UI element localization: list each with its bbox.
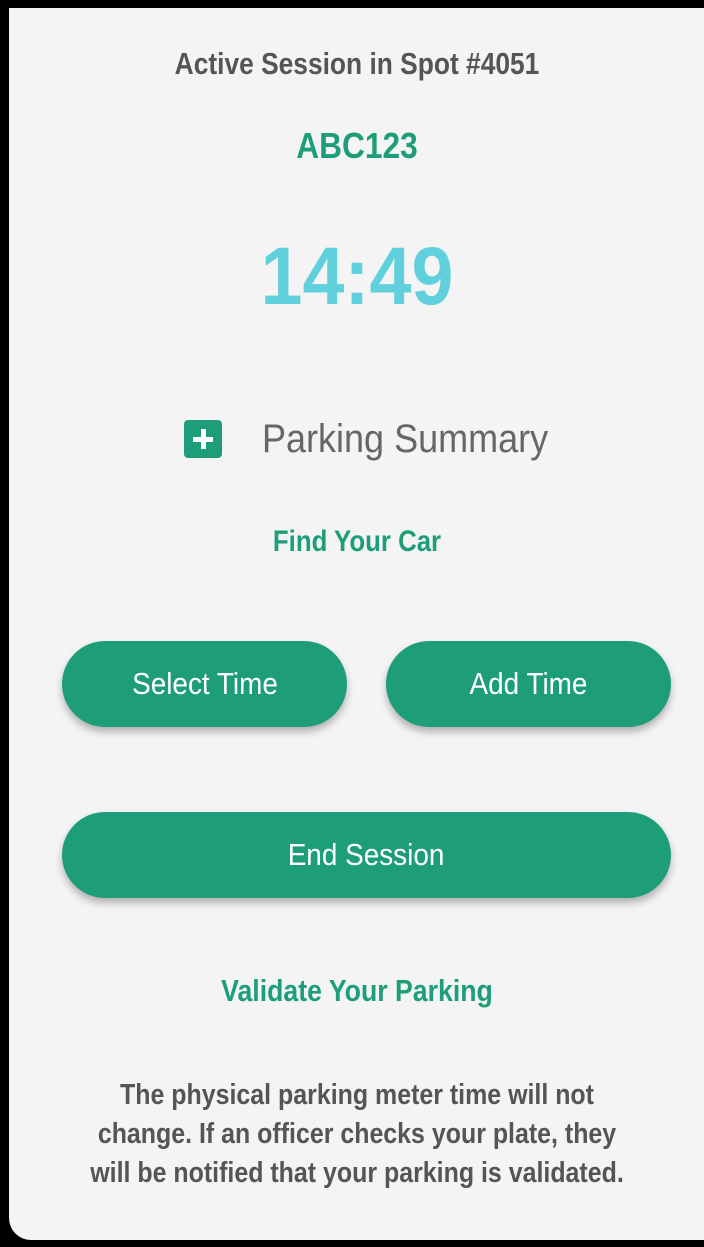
select-time-label: Select Time (131, 666, 278, 701)
active-session-screen: Active Session in Spot #4051 ABC123 14:4… (9, 8, 704, 1240)
parking-summary-toggle[interactable]: Parking Summary (184, 413, 580, 465)
add-time-button[interactable]: Add Time (386, 641, 671, 727)
parking-summary-label: Parking Summary (262, 416, 549, 461)
device-frame: Active Session in Spot #4051 ABC123 14:4… (0, 0, 704, 1247)
find-your-car-link[interactable]: Find Your Car (50, 525, 664, 559)
session-timer: 14:49 (260, 231, 454, 322)
end-session-button[interactable]: End Session (62, 812, 671, 898)
end-session-label: End Session (288, 837, 445, 872)
validate-parking-link[interactable]: Validate Your Parking (50, 973, 664, 1009)
validation-note: The physical parking meter time will not… (0, 1076, 704, 1193)
validation-note-line: The physical parking meter time will not (120, 1079, 594, 1111)
validation-note-line: will be notified that your parking is va… (90, 1157, 624, 1189)
session-title: Active Session in Spot #4051 (174, 46, 540, 81)
validation-note-line: change. If an officer checks your plate,… (97, 1118, 617, 1150)
select-time-button[interactable]: Select Time (62, 641, 347, 727)
add-time-label: Add Time (469, 666, 588, 701)
plus-square-icon[interactable] (184, 420, 222, 458)
license-plate: ABC123 (296, 125, 418, 166)
